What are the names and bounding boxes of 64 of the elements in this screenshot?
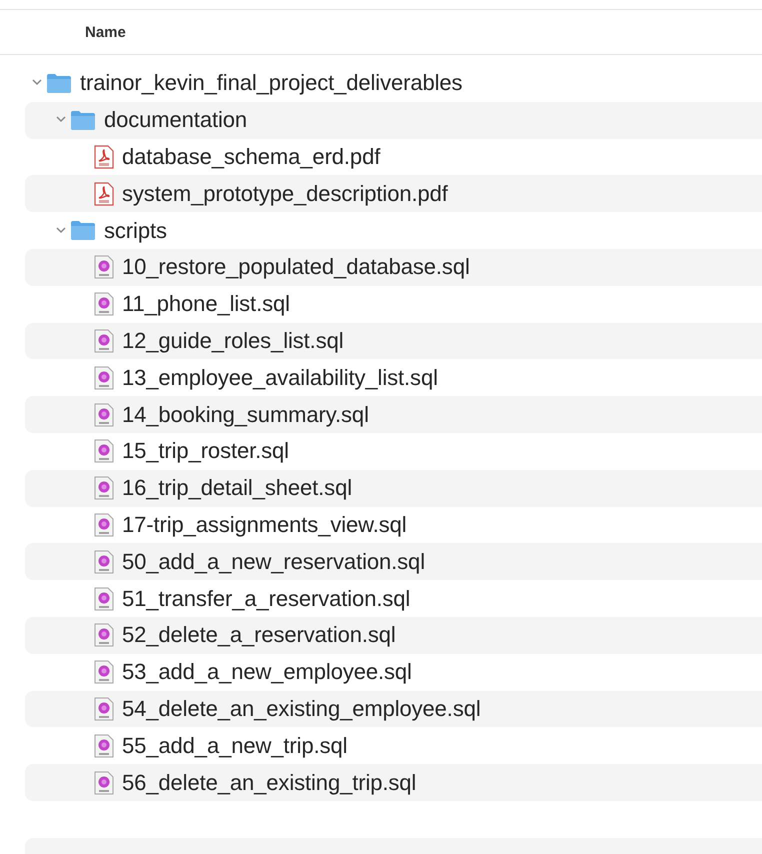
file-name: scripts [104, 218, 167, 244]
file-name: 11_phone_list.sql [122, 291, 290, 318]
sql-file-icon [94, 255, 114, 280]
file-name: trainor_kevin_final_project_deliverables [80, 70, 462, 96]
chevron-down-icon[interactable] [54, 224, 68, 235]
file-row[interactable]: 12_guide_roles_list.sql [25, 322, 762, 360]
sql-file-icon [94, 623, 114, 648]
sql-file-icon [94, 476, 114, 500]
sql-file-icon [94, 512, 114, 537]
file-name: system_prototype_description.pdf [122, 180, 448, 207]
pdf-file-icon [94, 182, 114, 206]
chevron-down-icon[interactable] [30, 77, 44, 88]
file-row[interactable]: 54_delete_an_existing_employee.sql [25, 690, 762, 728]
sql-file-icon [94, 366, 114, 390]
file-name: 52_delete_a_reservation.sql [122, 622, 396, 648]
folder-icon [70, 110, 96, 131]
file-row[interactable]: system_prototype_description.pdf [25, 175, 762, 212]
file-row[interactable]: 15_trip_roster.sql [25, 432, 762, 470]
folder-icon [70, 220, 96, 242]
file-name: 55_add_a_new_trip.sql [122, 732, 348, 759]
file-name: 51_transfer_a_reservation.sql [122, 586, 410, 612]
sql-file-icon [94, 328, 114, 353]
file-row[interactable]: trainor_kevin_final_project_deliverables [25, 65, 762, 102]
file-row[interactable]: 52_delete_a_reservation.sql [25, 616, 762, 654]
sql-file-icon [94, 696, 114, 721]
file-name: 50_add_a_new_reservation.sql [122, 548, 425, 575]
file-row[interactable]: 51_transfer_a_reservation.sql [25, 580, 762, 617]
file-row[interactable]: 16_trip_detail_sheet.sql [25, 470, 762, 507]
file-row[interactable]: 17-trip_assignments_view.sql [25, 506, 762, 544]
file-row[interactable]: 55_add_a_new_trip.sql [25, 727, 762, 764]
file-name: 56_delete_an_existing_trip.sql [122, 770, 416, 796]
file-name: database_schema_erd.pdf [122, 144, 380, 170]
sql-file-icon [94, 660, 114, 684]
sql-file-icon [94, 402, 114, 427]
file-row[interactable]: 50_add_a_new_reservation.sql [25, 543, 762, 580]
file-row[interactable]: 13_employee_availability_list.sql [25, 359, 762, 396]
sql-file-icon [94, 586, 114, 611]
sql-file-icon [94, 550, 114, 574]
file-name: 17-trip_assignments_view.sql [122, 512, 407, 538]
file-name: 12_guide_roles_list.sql [122, 328, 344, 354]
file-row[interactable]: 53_add_a_new_employee.sql [25, 654, 762, 691]
file-name: 53_add_a_new_employee.sql [122, 659, 412, 686]
file-row[interactable]: 10_restore_populated_database.sql [25, 248, 762, 286]
sql-file-icon [94, 292, 114, 316]
folder-icon [46, 72, 72, 94]
file-row[interactable]: database_schema_erd.pdf [25, 138, 762, 176]
file-row[interactable]: 56_delete_an_existing_trip.sql [25, 764, 762, 801]
file-name: 10_restore_populated_database.sql [122, 254, 470, 280]
pdf-file-icon [94, 144, 114, 169]
file-name: 14_booking_summary.sql [122, 402, 369, 428]
file-row[interactable]: documentation [25, 102, 762, 139]
file-row[interactable]: 14_booking_summary.sql [25, 396, 762, 433]
sql-file-icon [94, 439, 114, 464]
file-name: 16_trip_detail_sheet.sql [122, 475, 352, 502]
column-header[interactable]: Name [85, 24, 126, 40]
sql-file-icon [94, 734, 114, 758]
file-name: 54_delete_an_existing_employee.sql [122, 696, 481, 722]
file-name: 15_trip_roster.sql [122, 438, 289, 464]
file-name: documentation [104, 107, 248, 134]
sql-file-icon [94, 770, 114, 795]
file-name: 13_employee_availability_list.sql [122, 364, 438, 391]
file-row[interactable]: 11_phone_list.sql [25, 286, 762, 323]
chevron-down-icon[interactable] [54, 114, 68, 124]
file-row[interactable]: scripts [25, 212, 762, 249]
